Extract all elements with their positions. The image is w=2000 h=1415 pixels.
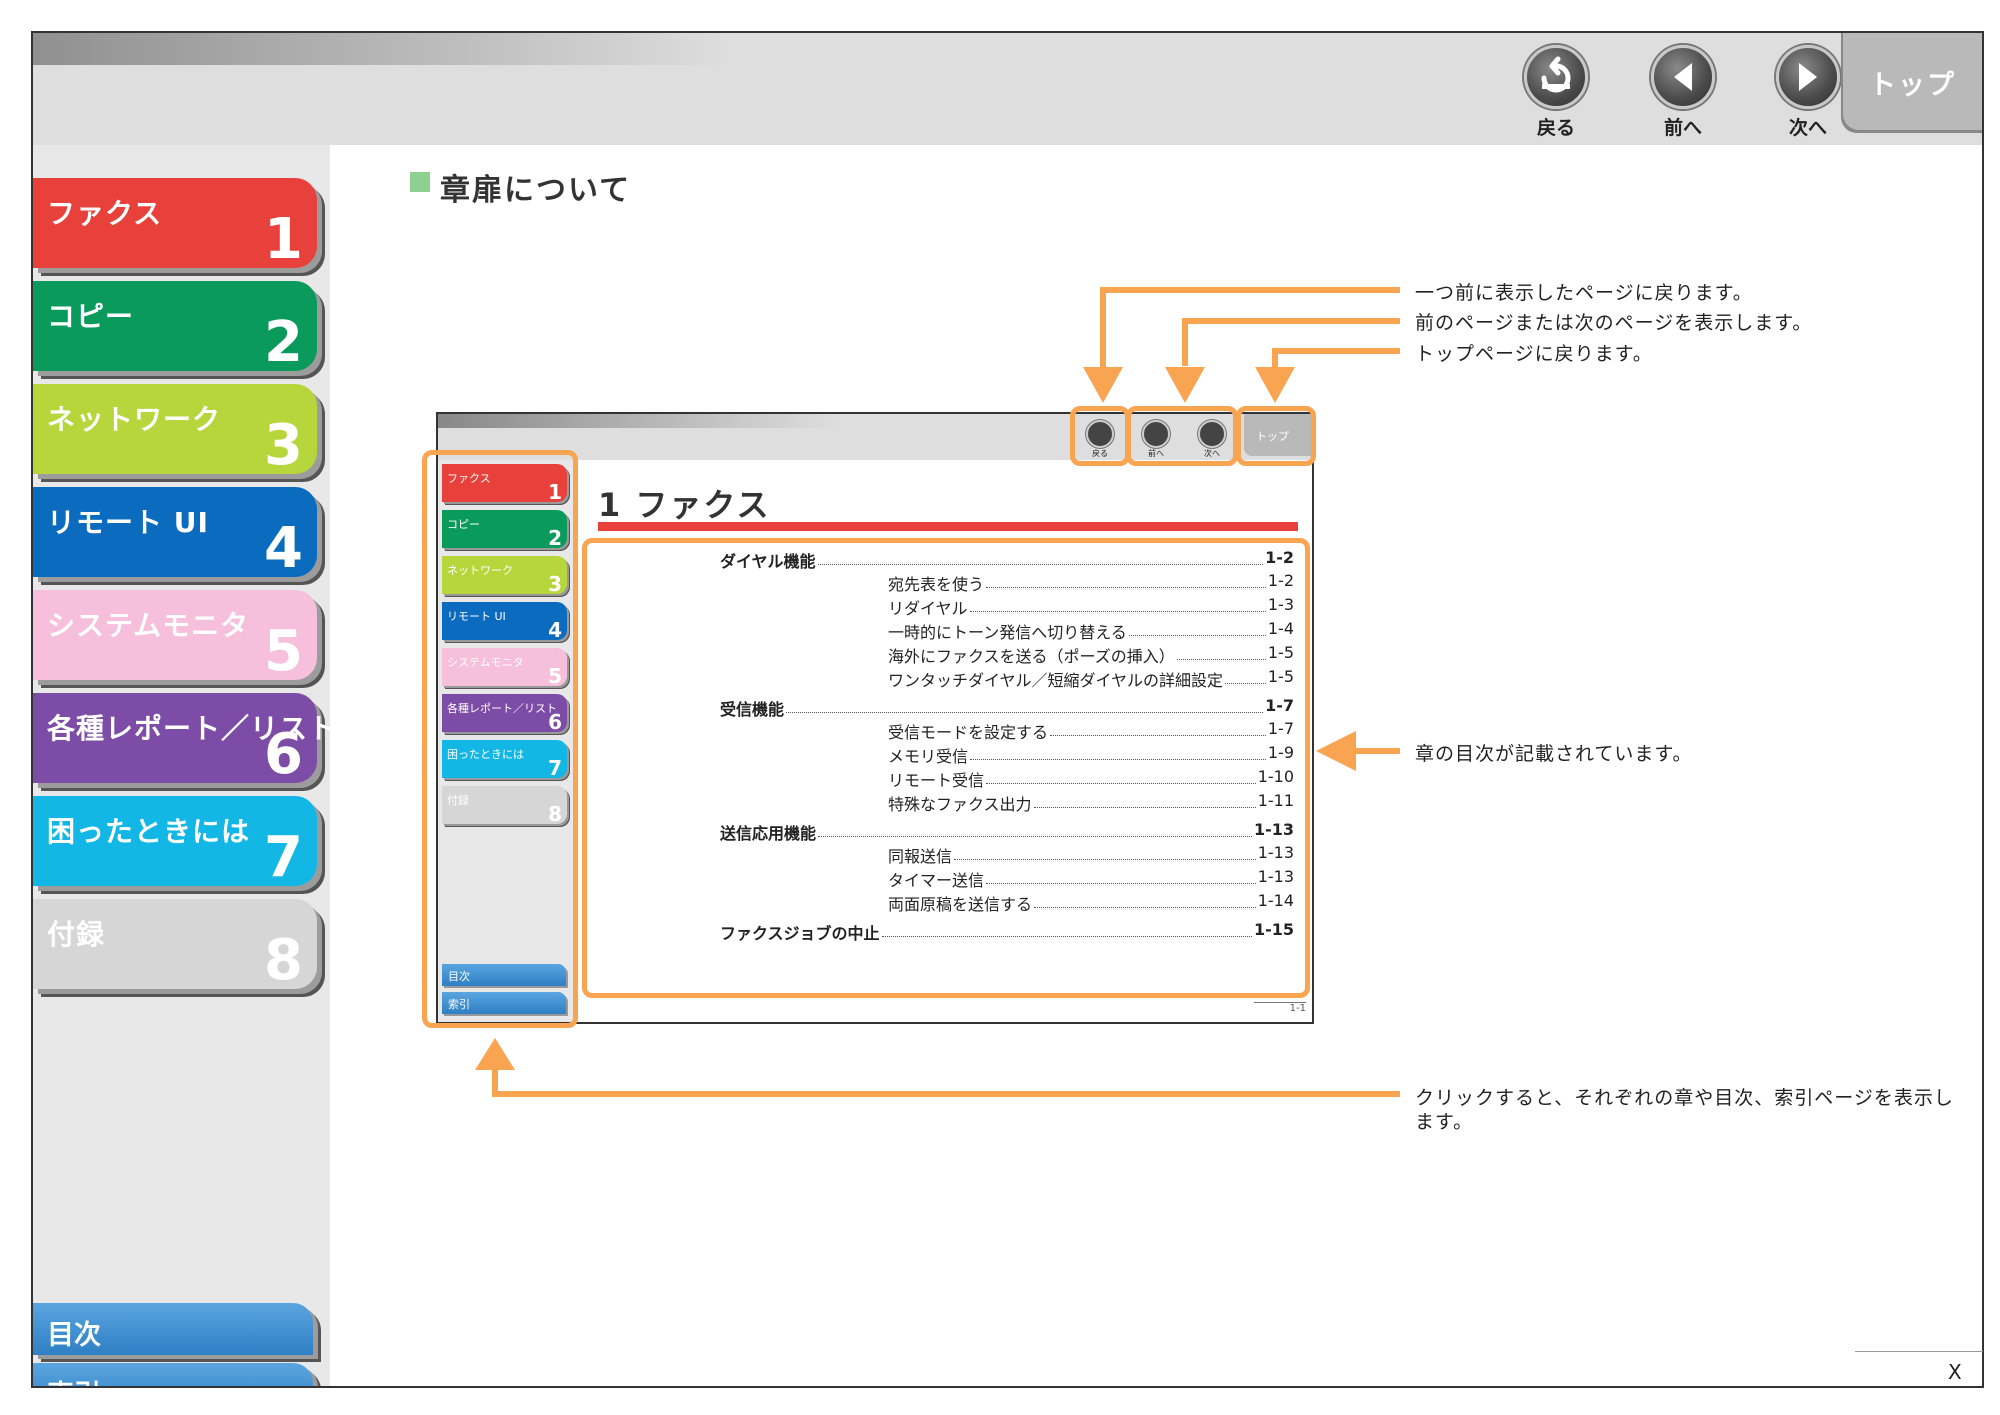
- arrow-tabs-icon: [475, 1038, 515, 1070]
- annotation-prevnext: 前のページまたは次のページを表示します。: [1415, 312, 1813, 334]
- bottom-right-rule: [1855, 1351, 1983, 1352]
- arrow-toc-icon: [1316, 731, 1356, 771]
- arrow-top-icon: [1255, 367, 1295, 403]
- annotation-tabs-line2: ます。: [1415, 1111, 1474, 1133]
- annotation-back: 一つ前に表示したページに戻ります。: [1415, 282, 1753, 304]
- annotation-tabs-line1: クリックすると、それぞれの章や目次、索引ページを表示し: [1415, 1087, 1954, 1109]
- close-button[interactable]: X: [1948, 1360, 1962, 1384]
- arrow-prevnext-icon: [1165, 367, 1205, 403]
- annotation-toc: 章の目次が記載されています。: [1415, 743, 1693, 765]
- arrow-back-icon: [1083, 367, 1123, 403]
- arrow-heads: [475, 367, 1356, 1070]
- annotation-top: トップページに戻ります。: [1415, 343, 1653, 365]
